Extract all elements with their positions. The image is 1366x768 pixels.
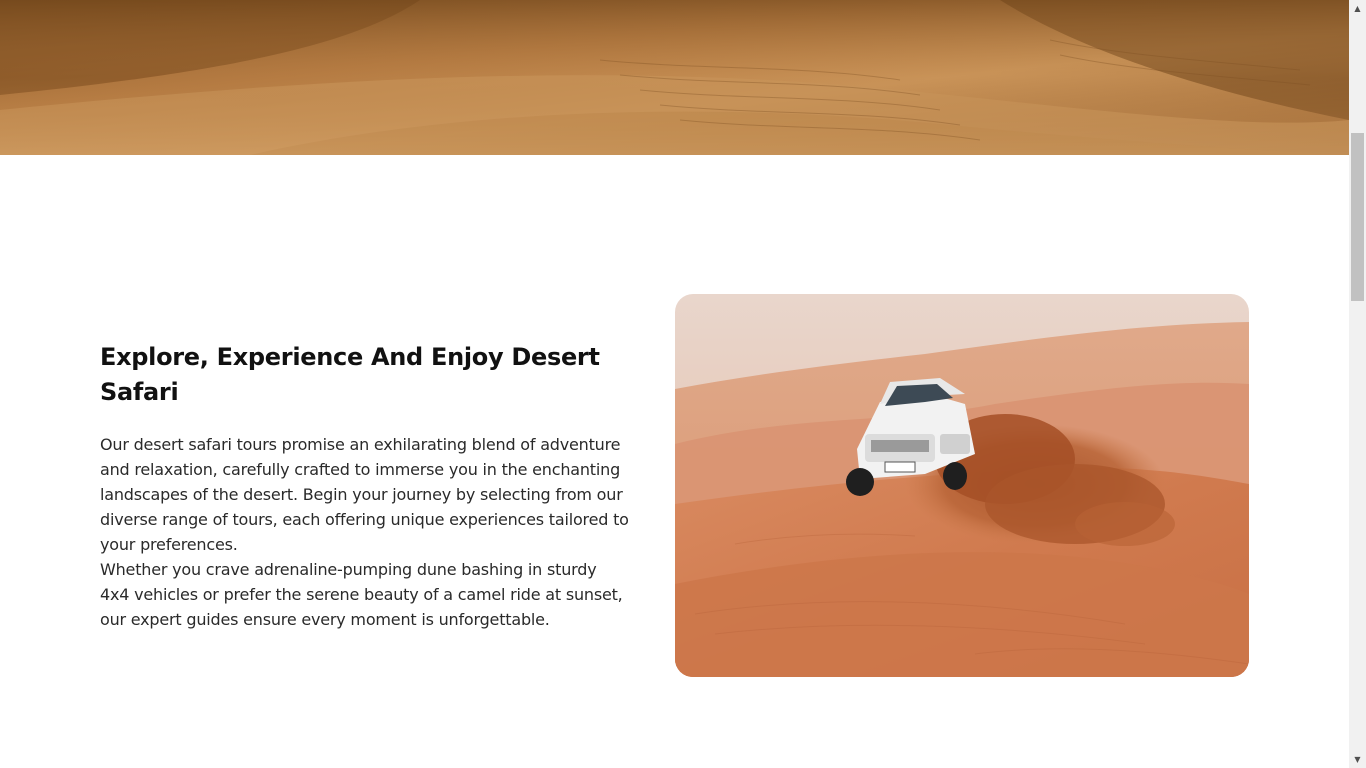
paragraph-intro: Our desert safari tours promise an exhil… bbox=[100, 435, 629, 554]
paragraph-activities: Whether you crave adrenaline-pumping dun… bbox=[100, 560, 623, 629]
scroll-thumb[interactable] bbox=[1351, 133, 1364, 301]
hero-banner-image bbox=[0, 0, 1349, 155]
about-text-block: Explore, Experience And Enjoy Desert Saf… bbox=[100, 340, 630, 632]
page-scrollbar[interactable]: ▲ ▼ bbox=[1349, 0, 1366, 768]
scroll-down-arrow-icon[interactable]: ▼ bbox=[1349, 751, 1366, 768]
section-title: Explore, Experience And Enjoy Desert Saf… bbox=[100, 343, 600, 406]
dune-bashing-photo bbox=[675, 294, 1249, 677]
scroll-up-arrow-icon[interactable]: ▲ bbox=[1349, 0, 1366, 17]
page: Explore, Experience And Enjoy Desert Saf… bbox=[0, 0, 1349, 768]
